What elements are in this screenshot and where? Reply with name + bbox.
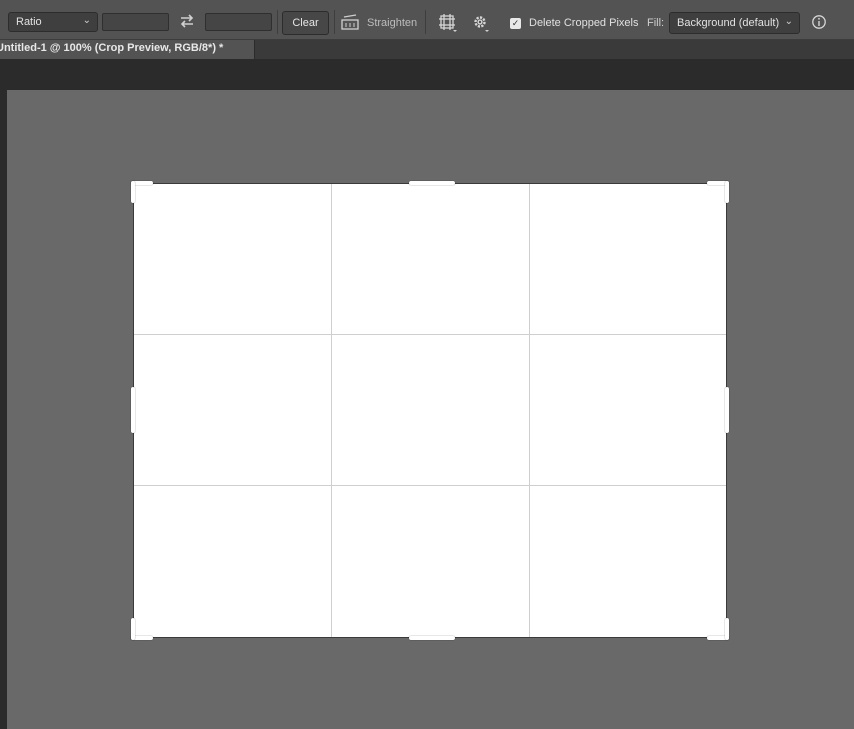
crop-handle-top-left[interactable] [131,181,153,203]
crop-handle-right[interactable] [725,387,729,433]
crop-guide-line [134,485,726,486]
crop-preview-document[interactable] [131,181,729,640]
fill-label: Fill: [647,17,665,29]
document-tab-bar: Untitled-1 @ 100% (Crop Preview, RGB/8*)… [0,40,854,59]
clear-button[interactable]: Clear [282,11,329,35]
ratio-select-value: Ratio [16,16,42,28]
swap-arrows-icon[interactable] [177,10,197,32]
crop-handle-bottom-right[interactable] [707,618,729,640]
crop-guide-line [134,334,726,335]
left-ruler [0,90,7,729]
chevron-down-icon: ⌄ [784,16,793,27]
crop-handle-left[interactable] [131,387,135,433]
crop-handle-bottom-left[interactable] [131,618,153,640]
crop-handle-top[interactable] [409,181,455,185]
ratio-preset-select[interactable]: Ratio ⌄ [8,12,98,32]
crop-handle-top-right[interactable] [707,181,729,203]
chevron-down-icon: ⌄ [82,15,91,26]
separator [277,10,278,34]
straighten-label[interactable]: Straighten [367,17,417,29]
crop-handle-bottom[interactable] [409,636,455,640]
options-bar: Ratio ⌄ Clear Straighten ✓ Delete Croppe… [0,0,854,40]
grid-overlay-icon[interactable] [438,13,458,33]
delete-cropped-pixels-checkbox[interactable]: ✓ [510,18,521,29]
ratio-width-input[interactable] [102,13,169,31]
crop-guide-line [331,184,332,637]
document-tab[interactable]: Untitled-1 @ 100% (Crop Preview, RGB/8*)… [0,40,255,59]
ratio-height-input[interactable] [205,13,272,31]
separator [334,10,335,34]
straighten-level-icon[interactable] [340,13,360,31]
document-tab-title: Untitled-1 @ 100% (Crop Preview, RGB/8*)… [0,42,224,54]
canvas-workspace[interactable] [7,90,854,729]
delete-cropped-pixels-label[interactable]: Delete Cropped Pixels [529,17,638,29]
separator [425,10,426,34]
fill-select-value: Background (default) [677,17,780,29]
fill-select[interactable]: Background (default) ⌄ [669,12,800,34]
ruler-strip [0,59,854,90]
crop-guide-line [529,184,530,637]
gear-icon[interactable] [472,14,490,32]
info-icon[interactable] [811,14,827,30]
